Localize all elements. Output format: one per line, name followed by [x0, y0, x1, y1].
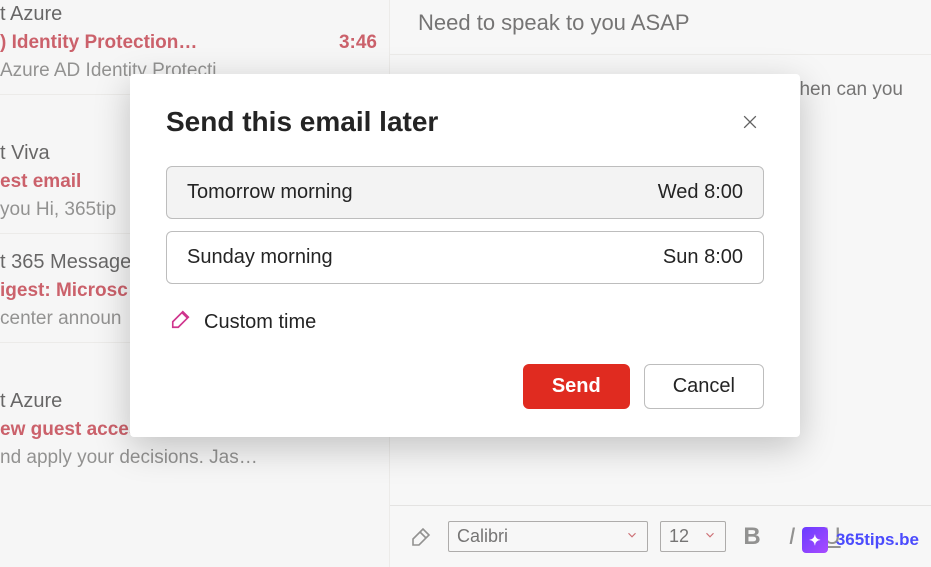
- send-button[interactable]: Send: [523, 364, 630, 409]
- custom-time-label: Custom time: [204, 311, 316, 334]
- watermark-text: 365tips.be: [836, 530, 919, 550]
- close-button[interactable]: [736, 108, 764, 136]
- send-later-dialog: Send this email later Tomorrow morning W…: [130, 74, 800, 437]
- schedule-option-label: Tomorrow morning: [187, 181, 353, 204]
- custom-time-button[interactable]: Custom time: [166, 300, 764, 336]
- close-icon: [740, 112, 760, 132]
- schedule-option-time: Sun 8:00: [663, 246, 743, 269]
- schedule-option-list: Tomorrow morning Wed 8:00 Sunday morning…: [166, 166, 764, 284]
- cancel-button[interactable]: Cancel: [644, 364, 764, 409]
- watermark: ✦ 365tips.be: [802, 527, 919, 553]
- schedule-option-time: Wed 8:00: [658, 181, 743, 204]
- schedule-option-tomorrow-morning[interactable]: Tomorrow morning Wed 8:00: [166, 166, 764, 219]
- pencil-icon: [170, 308, 192, 336]
- lightbulb-icon: ✦: [802, 527, 828, 553]
- dialog-title: Send this email later: [166, 106, 438, 138]
- schedule-option-label: Sunday morning: [187, 246, 333, 269]
- schedule-option-sunday-morning[interactable]: Sunday morning Sun 8:00: [166, 231, 764, 284]
